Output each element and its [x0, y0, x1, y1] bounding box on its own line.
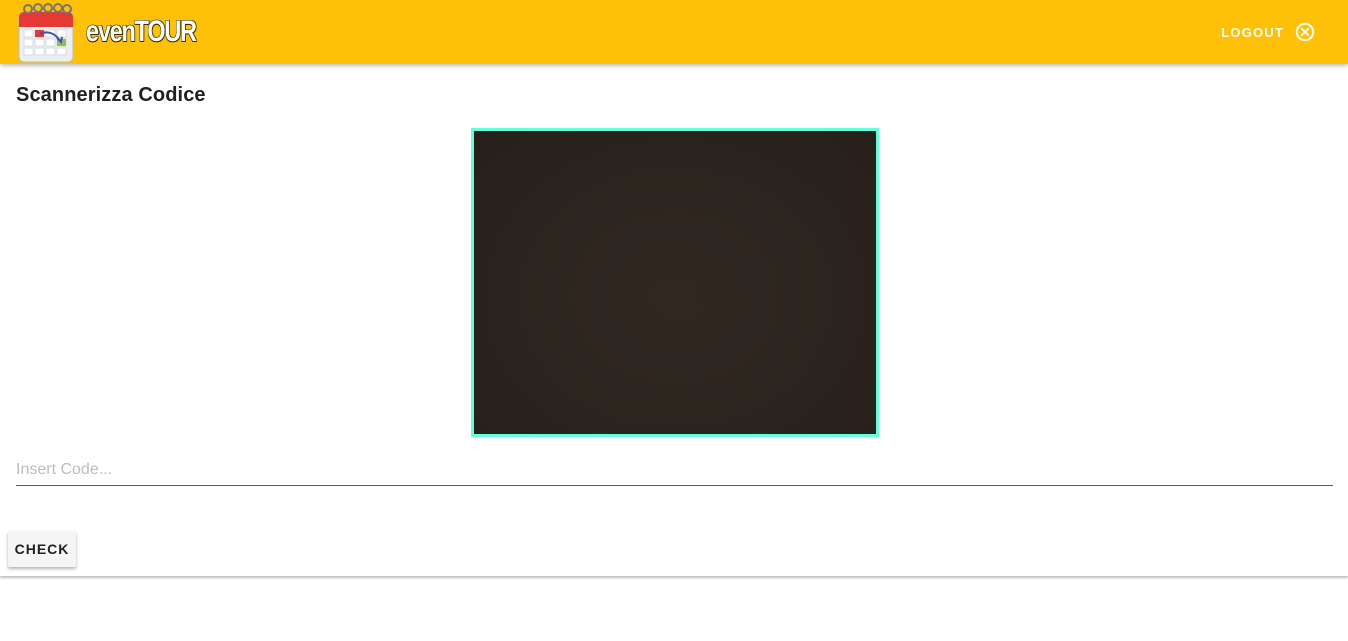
- brand-logo-text: evenTOUR: [86, 15, 197, 48]
- logout-label: LOGOUT: [1221, 24, 1284, 40]
- logout-button[interactable]: LOGOUT: [1209, 16, 1328, 48]
- code-field: [16, 449, 1333, 486]
- close-circle-icon: [1295, 22, 1315, 42]
- scan-card: Scannerizza Codice CHECK: [0, 64, 1348, 576]
- camera-scanner-view: [471, 128, 879, 437]
- check-button[interactable]: CHECK: [8, 531, 76, 567]
- page-title: Scannerizza Codice: [16, 84, 206, 106]
- calendar-icon: [18, 3, 74, 63]
- app-bar: evenTOUR LOGOUT: [0, 0, 1348, 64]
- code-input[interactable]: [16, 449, 1333, 485]
